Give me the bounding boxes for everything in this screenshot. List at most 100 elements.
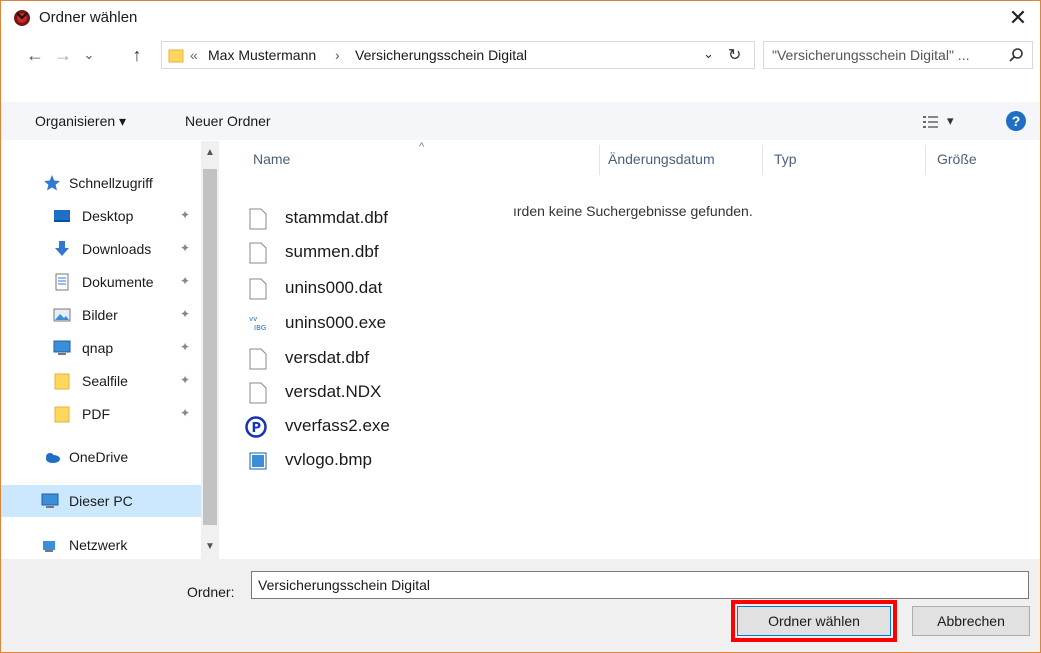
- column-divider[interactable]: [762, 145, 763, 175]
- list-item[interactable]: versdat.NDX: [249, 378, 509, 408]
- column-header-size[interactable]: Größe: [937, 151, 977, 167]
- file-icon: [249, 278, 267, 300]
- app-p-icon: P: [245, 416, 267, 438]
- address-dropdown-icon[interactable]: ⌄: [703, 46, 714, 62]
- close-button[interactable]: ✕: [996, 1, 1040, 35]
- file-list: ^ Name Änderungsdatum Typ Größe ırden ke…: [219, 141, 1040, 559]
- file-name: summen.dbf: [285, 242, 379, 261]
- file-icon: [249, 382, 267, 404]
- sidebar-item-netzwerk[interactable]: Netzwerk: [1, 529, 201, 561]
- file-name: vverfass2.exe: [285, 416, 390, 435]
- list-item[interactable]: vvlogo.bmp: [249, 446, 509, 476]
- folder-name-input[interactable]: [251, 571, 1029, 599]
- list-item[interactable]: P vverfass2.exe: [245, 412, 509, 442]
- file-icon: [249, 242, 267, 264]
- empty-search-message: ırden keine Suchergebnisse gefunden.: [513, 203, 753, 219]
- file-name: vvlogo.bmp: [285, 450, 372, 469]
- sidebar-item-label: OneDrive: [69, 449, 129, 465]
- file-icon: [249, 348, 267, 370]
- search-icon[interactable]: [1008, 47, 1024, 63]
- breadcrumb-versicherungsschein[interactable]: Versicherungsschein Digital: [355, 47, 527, 63]
- sidebar-item-label: PDF: [82, 406, 110, 422]
- list-item[interactable]: vv IBG unins000.exe: [249, 309, 509, 339]
- file-name: versdat.NDX: [285, 382, 382, 401]
- star-icon: [44, 175, 60, 191]
- svg-text:IBG: IBG: [254, 324, 266, 332]
- forward-arrow-icon: →: [54, 44, 72, 65]
- pin-icon: ✦: [180, 274, 191, 288]
- download-icon: [55, 241, 69, 256]
- svg-text:vv: vv: [249, 315, 257, 323]
- app-icon: [14, 10, 30, 26]
- file-name: stammdat.dbf: [285, 208, 388, 227]
- view-options-button[interactable]: ▾: [923, 113, 975, 131]
- column-header-date[interactable]: Änderungsdatum: [608, 151, 715, 167]
- sidebar-item-schnellzugriff[interactable]: Schnellzugriff: [1, 167, 201, 199]
- sidebar-item-bilder[interactable]: Bilder ✦: [1, 299, 201, 331]
- sidebar-item-label: qnap: [82, 340, 114, 356]
- highlight-box: [731, 600, 897, 642]
- sidebar-item-downloads[interactable]: Downloads ✦: [1, 233, 201, 265]
- sidebar-scrollbar[interactable]: ▲ ▼: [201, 141, 219, 559]
- sidebar-item-dieser-pc[interactable]: Dieser PC: [1, 485, 209, 517]
- file-name: versdat.dbf: [285, 348, 370, 367]
- scrollbar-thumb[interactable]: [203, 169, 217, 525]
- folder-icon: [54, 373, 70, 390]
- bitmap-icon: [249, 452, 267, 470]
- sidebar-item-label: Desktop: [82, 208, 134, 224]
- back-button[interactable]: ←: [23, 43, 47, 67]
- sidebar-item-sealfile[interactable]: Sealfile ✦: [1, 365, 201, 397]
- sidebar-item-label: Bilder: [82, 307, 118, 323]
- search-box[interactable]: "Versicherungsschein Digital" ...: [763, 41, 1033, 69]
- folder-icon: [168, 49, 184, 63]
- column-divider[interactable]: [599, 145, 600, 175]
- sidebar-item-onedrive[interactable]: OneDrive: [1, 441, 201, 473]
- breadcrumb-separator: ›: [335, 47, 340, 63]
- sidebar-item-pdf[interactable]: PDF ✦: [1, 398, 201, 430]
- computer-icon: [41, 493, 59, 508]
- chevron-down-icon: ⌄: [83, 47, 95, 62]
- up-arrow-icon: ↑: [132, 44, 142, 65]
- list-item[interactable]: versdat.dbf: [249, 344, 509, 374]
- help-icon[interactable]: ?: [1006, 111, 1026, 131]
- monitor-icon: [53, 340, 71, 355]
- list-item[interactable]: stammdat.dbf: [249, 204, 509, 234]
- new-folder-button[interactable]: Neuer Ordner: [185, 113, 271, 129]
- sidebar-item-label: Dieser PC: [69, 493, 133, 509]
- cloud-icon: [46, 453, 60, 463]
- folder-field-label: Ordner:: [187, 584, 235, 600]
- scroll-up-icon[interactable]: ▲: [205, 147, 215, 158]
- sidebar-item-label: Schnellzugriff: [69, 175, 153, 191]
- recent-locations-button[interactable]: ⌄: [79, 43, 99, 67]
- forward-button[interactable]: →: [51, 43, 75, 67]
- column-header-type[interactable]: Typ: [774, 151, 797, 167]
- file-name: unins000.exe: [285, 313, 387, 332]
- column-header-name[interactable]: Name: [253, 151, 290, 167]
- sidebar-item-dokumente[interactable]: Dokumente ✦: [1, 266, 201, 298]
- column-divider[interactable]: [925, 145, 926, 175]
- document-icon: [55, 273, 69, 291]
- close-icon: ✕: [1008, 5, 1028, 30]
- organize-menu[interactable]: Organisieren ▾: [35, 113, 126, 130]
- scroll-down-icon[interactable]: ▼: [205, 541, 215, 552]
- pictures-icon: [53, 308, 71, 322]
- sidebar-item-desktop[interactable]: Desktop ✦: [1, 200, 201, 232]
- breadcrumb-max-mustermann[interactable]: Max Mustermann: [208, 47, 316, 63]
- network-icon: [43, 541, 55, 552]
- sidebar-item-qnap[interactable]: qnap ✦: [1, 332, 201, 364]
- breadcrumb-overflow[interactable]: «: [190, 47, 198, 63]
- pin-icon: ✦: [180, 340, 191, 354]
- desktop-icon: [54, 210, 70, 222]
- up-button[interactable]: ↑: [125, 43, 149, 67]
- pin-icon: ✦: [180, 406, 191, 420]
- file-icon: [249, 208, 267, 230]
- refresh-icon[interactable]: ↻: [728, 45, 741, 65]
- view-dropdown-icon: ▾: [947, 113, 954, 128]
- cancel-button[interactable]: Abbrechen: [912, 606, 1030, 636]
- list-item[interactable]: summen.dbf: [249, 238, 509, 268]
- pin-icon: ✦: [180, 373, 191, 387]
- sort-indicator-icon: ^: [419, 141, 425, 153]
- pin-icon: ✦: [180, 241, 191, 255]
- list-item[interactable]: unins000.dat: [249, 274, 509, 304]
- address-bar[interactable]: « Max Mustermann › Versicherungsschein D…: [161, 41, 755, 69]
